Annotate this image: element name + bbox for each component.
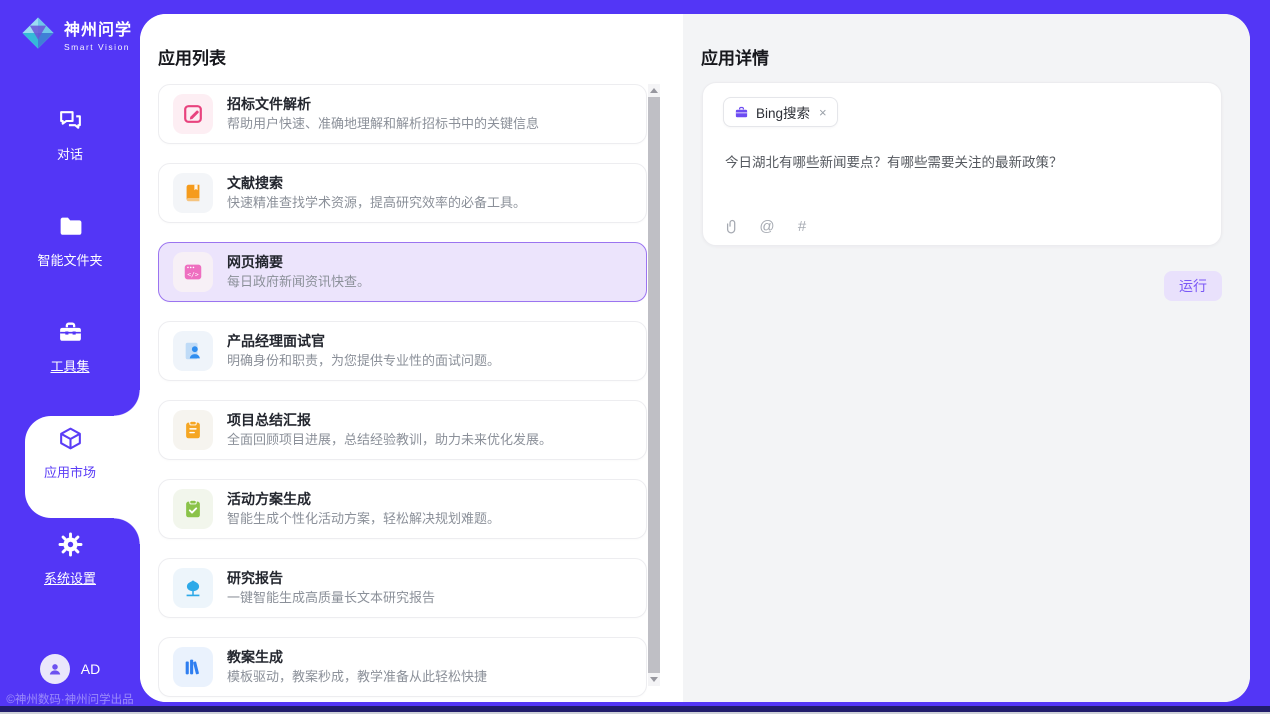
scrollbar[interactable] — [648, 84, 660, 686]
app-card-event-plan[interactable]: 活动方案生成智能生成个性化活动方案，轻松解决规划难题。 — [158, 479, 647, 539]
app-card-lesson-plan[interactable]: 教案生成模板驱动，教案秒成，教学准备从此轻松快捷 — [158, 637, 647, 697]
clipboard-icon — [173, 410, 213, 450]
app-card-description: 一键智能生成高质量长文本研究报告 — [227, 590, 435, 607]
prompt-text-input[interactable]: 今日湖北有哪些新闻要点？有哪些需要关注的最新政策？ — [725, 153, 1191, 173]
mention-icon[interactable]: @ — [758, 217, 776, 235]
app-card-text: 研究报告一键智能生成高质量长文本研究报告 — [227, 569, 435, 607]
sidebar-item-label: 智能文件夹 — [37, 250, 102, 269]
sidebar-item-toolset[interactable]: 工具集 — [0, 294, 140, 400]
sidebar-item-app-market[interactable]: 应用市场 — [0, 400, 140, 506]
sidebar-item-settings[interactable]: 系统设置 — [0, 506, 140, 612]
interviewer-icon — [173, 331, 213, 371]
sidebar: 神州问学 Smart Vision 对话智能文件夹工具集应用市场系统设置 AD … — [0, 0, 140, 714]
app-card-text: 招标文件解析帮助用户快速、准确地理解和解析招标书中的关键信息 — [227, 95, 539, 133]
sidebar-item-label: 应用市场 — [44, 462, 96, 481]
app-card-literature-search[interactable]: 文献搜索快速精准查找学术资源，提高研究效率的必备工具。 — [158, 163, 647, 223]
cube-icon — [57, 425, 84, 452]
app-list: 招标文件解析帮助用户快速、准确地理解和解析招标书中的关键信息文献搜索快速精准查找… — [158, 84, 647, 700]
briefcase-icon — [734, 105, 749, 120]
tool-chip-label: Bing搜索 — [756, 102, 810, 122]
app-card-description: 每日政府新闻资讯快查。 — [227, 274, 370, 291]
app-card-title: 活动方案生成 — [227, 490, 500, 508]
brand-subtitle: Smart Vision — [64, 42, 132, 52]
scrollbar-thumb[interactable] — [648, 97, 660, 673]
app-card-title: 文献搜索 — [227, 174, 526, 192]
composer-toolbar: @ # — [723, 217, 811, 235]
scrollbar-down-arrow[interactable] — [648, 673, 660, 686]
user-account[interactable]: AD — [0, 654, 140, 684]
chat-icon — [57, 107, 84, 134]
report-icon — [173, 568, 213, 608]
gear-icon — [57, 531, 84, 558]
app-card-bid-doc-parse[interactable]: 招标文件解析帮助用户快速、准确地理解和解析招标书中的关键信息 — [158, 84, 647, 144]
app-card-title: 研究报告 — [227, 569, 435, 587]
prompt-composer: Bing搜索 × 今日湖北有哪些新闻要点？有哪些需要关注的最新政策？ @ # — [702, 82, 1222, 246]
active-tab-top-curve — [114, 390, 140, 416]
scrollbar-up-arrow[interactable] — [648, 84, 660, 97]
app-detail-title: 应用详情 — [701, 44, 769, 69]
app-card-text: 活动方案生成智能生成个性化活动方案，轻松解决规划难题。 — [227, 490, 500, 528]
copyright-text: ©神州数码·神州问学出品 — [0, 691, 140, 707]
app-card-text: 项目总结汇报全面回顾项目进展，总结经验教训，助力未来优化发展。 — [227, 411, 552, 449]
app-card-description: 帮助用户快速、准确地理解和解析招标书中的关键信息 — [227, 116, 539, 133]
doc-edit-icon — [173, 94, 213, 134]
folder-icon — [57, 213, 84, 240]
sidebar-item-chat[interactable]: 对话 — [0, 82, 140, 188]
svg-text:</>: </> — [187, 270, 199, 278]
attachment-icon[interactable] — [723, 217, 741, 235]
sidebar-item-label: 系统设置 — [44, 568, 96, 587]
app-list-title: 应用列表 — [158, 44, 226, 69]
sidebar-item-label: 对话 — [57, 144, 83, 163]
app-card-title: 教案生成 — [227, 648, 487, 666]
app-card-title: 招标文件解析 — [227, 95, 539, 113]
app-window: 神州问学 Smart Vision 对话智能文件夹工具集应用市场系统设置 AD … — [0, 0, 1270, 714]
user-initials: AD — [81, 661, 100, 677]
browser-code-icon: </> — [173, 252, 213, 292]
app-card-title: 项目总结汇报 — [227, 411, 552, 429]
book-icon — [173, 173, 213, 213]
sidebar-item-label: 工具集 — [50, 356, 89, 375]
sidebar-item-smart-folders[interactable]: 智能文件夹 — [0, 188, 140, 294]
brand-logo: 神州问学 Smart Vision — [0, 0, 140, 82]
toolbox-icon — [57, 319, 84, 346]
app-card-text: 网页摘要每日政府新闻资讯快查。 — [227, 253, 370, 291]
app-detail-panel: 应用详情 Bing搜索 × 今日湖北有哪些新闻要点？有哪些需要关注的最新政策？ — [683, 14, 1250, 702]
chip-close-icon[interactable]: × — [819, 105, 827, 120]
hashtag-icon[interactable]: # — [793, 217, 811, 235]
brand-title: 神州问学 — [64, 16, 132, 40]
sidebar-nav: 对话智能文件夹工具集应用市场系统设置 — [0, 82, 140, 612]
app-list-panel: 应用列表 招标文件解析帮助用户快速、准确地理解和解析招标书中的关键信息文献搜索快… — [140, 14, 683, 702]
content-area: 应用列表 招标文件解析帮助用户快速、准确地理解和解析招标书中的关键信息文献搜索快… — [140, 14, 1250, 702]
app-card-title: 网页摘要 — [227, 253, 370, 271]
clipboard-check-icon — [173, 489, 213, 529]
books-icon — [173, 647, 213, 687]
diamond-logo-icon — [20, 15, 56, 51]
app-card-text: 文献搜索快速精准查找学术资源，提高研究效率的必备工具。 — [227, 174, 526, 212]
app-card-title: 产品经理面试官 — [227, 332, 500, 350]
run-button[interactable]: 运行 — [1164, 271, 1222, 301]
app-card-description: 全面回顾项目进展，总结经验教训，助力未来优化发展。 — [227, 432, 552, 449]
app-card-description: 智能生成个性化活动方案，轻松解决规划难题。 — [227, 511, 500, 528]
app-card-description: 模板驱动，教案秒成，教学准备从此轻松快捷 — [227, 669, 487, 686]
app-card-web-summary[interactable]: </> 网页摘要每日政府新闻资讯快查。 — [158, 242, 647, 302]
app-card-pm-interviewer[interactable]: 产品经理面试官明确身份和职责，为您提供专业性的面试问题。 — [158, 321, 647, 381]
app-card-description: 明确身份和职责，为您提供专业性的面试问题。 — [227, 353, 500, 370]
tool-chip-bing-search[interactable]: Bing搜索 × — [723, 97, 838, 127]
app-card-research-report[interactable]: 研究报告一键智能生成高质量长文本研究报告 — [158, 558, 647, 618]
app-card-text: 教案生成模板驱动，教案秒成，教学准备从此轻松快捷 — [227, 648, 487, 686]
person-icon — [46, 660, 64, 678]
app-card-description: 快速精准查找学术资源，提高研究效率的必备工具。 — [227, 195, 526, 212]
app-card-project-summary[interactable]: 项目总结汇报全面回顾项目进展，总结经验教训，助力未来优化发展。 — [158, 400, 647, 460]
avatar — [40, 654, 70, 684]
app-card-text: 产品经理面试官明确身份和职责，为您提供专业性的面试问题。 — [227, 332, 500, 370]
